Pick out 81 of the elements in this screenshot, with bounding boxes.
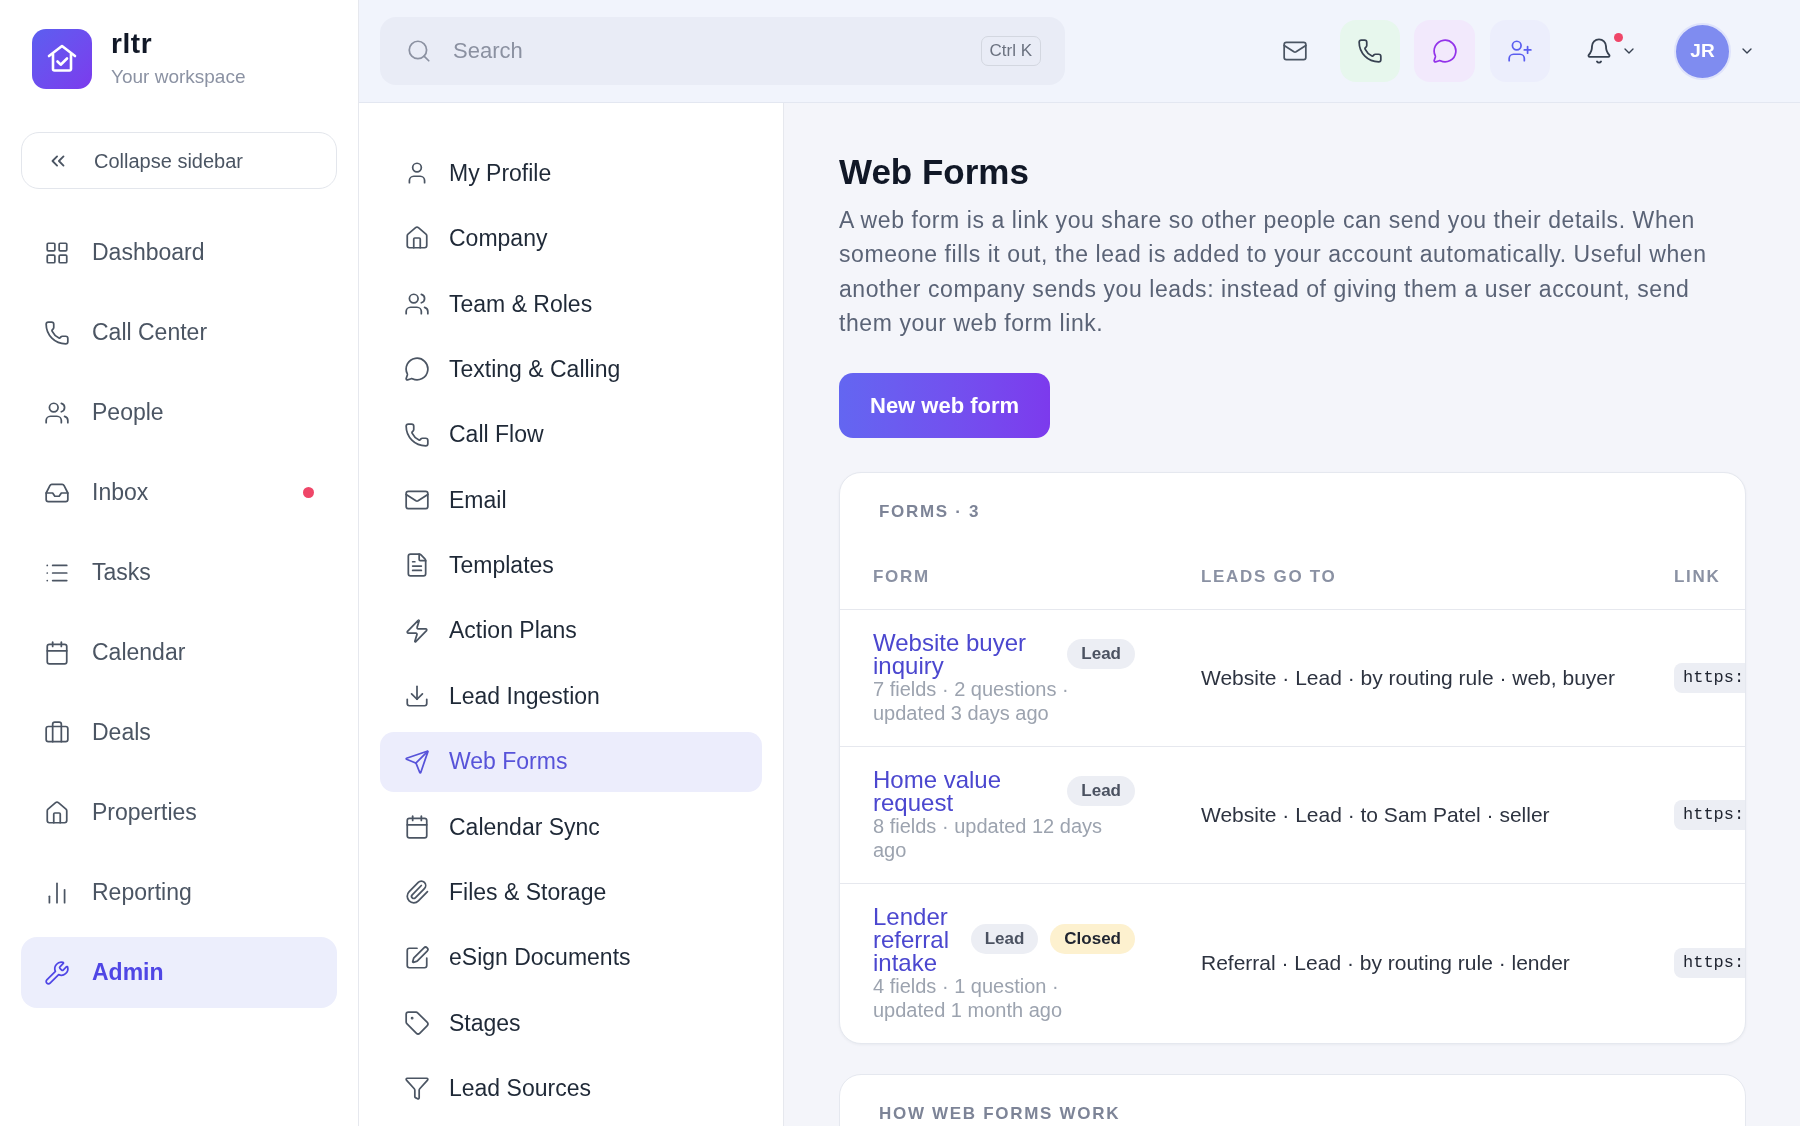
sidebar-nav-item[interactable]: People: [21, 377, 337, 448]
section-heading: HOW WEB FORMS WORK: [879, 1102, 1122, 1125]
phone-icon: [404, 421, 430, 448]
settings-menu-item[interactable]: Action Plans: [380, 600, 762, 661]
form-title-link[interactable]: Website buyer inquiry: [873, 630, 1056, 677]
house-logo-icon: [32, 29, 92, 89]
column-header: FORM: [873, 567, 930, 587]
message-button[interactable]: [1414, 20, 1475, 82]
bell-icon: [1585, 37, 1613, 65]
mail-icon: [1282, 38, 1308, 64]
settings-menu-item[interactable]: Templates: [380, 535, 762, 596]
lead-routing-text: Website · Lead · by routing rule · web, buyer: [1201, 665, 1615, 689]
settings-menu-item[interactable]: Texting & Calling: [380, 339, 762, 400]
sidebar-nav-item[interactable]: Inbox: [21, 457, 337, 528]
form-url-chip[interactable]: https:: [1674, 948, 1745, 979]
workspace-subtitle: Your workspace: [111, 65, 246, 89]
chat-bubble-icon: [404, 356, 430, 383]
paper-plane-icon: [404, 748, 430, 775]
settings-menu-item[interactable]: Files & Storage: [380, 862, 762, 923]
lead-routing-text: Website · Lead · to Sam Patel · seller: [1201, 802, 1550, 826]
sidebar-nav-item[interactable]: Tasks: [21, 537, 337, 608]
funnel-icon: [404, 1075, 430, 1102]
sidebar-nav-item[interactable]: Deals: [21, 697, 337, 768]
settings-menu-item[interactable]: Web Forms: [380, 731, 762, 792]
calendar-icon: [44, 639, 70, 666]
workspace-name: rltr: [111, 28, 154, 60]
form-tag-badge: Lead: [1067, 638, 1135, 669]
settings-menu-item[interactable]: Company: [380, 208, 762, 269]
page-description: A web form is a link you share so other people can send you their details. When someone fills it out, the lead is added to your account automatically. Useful when another company sends you leads: instead of giving them a user account, send them your web form link.: [839, 206, 1708, 339]
form-title-link[interactable]: Home value request: [873, 767, 1056, 814]
phone-icon: [44, 319, 70, 346]
settings-menu-item[interactable]: Stages: [380, 993, 762, 1054]
settings-menu-item[interactable]: Lead Sources: [380, 1058, 762, 1119]
form-title-link[interactable]: Lender referral intake: [873, 904, 959, 974]
people-icon: [404, 290, 430, 317]
add-contact-button[interactable]: [1490, 20, 1550, 82]
download-icon: [404, 683, 430, 710]
document-icon: [404, 552, 430, 579]
new-web-form-button[interactable]: New web form: [839, 372, 1051, 438]
calendar-icon: [404, 813, 430, 840]
form-tag-badge: Lead: [1067, 775, 1135, 806]
settings-menu-item[interactable]: Call Flow: [380, 404, 762, 465]
form-url-chip[interactable]: https:: [1674, 662, 1745, 693]
sidebar-nav-item[interactable]: Dashboard: [21, 217, 337, 288]
house-icon: [44, 799, 70, 826]
sidebar-nav-item[interactable]: Properties: [21, 777, 337, 848]
sidebar-nav-item[interactable]: Calendar: [21, 617, 337, 688]
chat-bubble-icon: [1431, 38, 1458, 64]
settings-menu-item[interactable]: My Profile: [380, 143, 762, 203]
briefcase-icon: [44, 719, 70, 746]
settings-menu-item[interactable]: eSign Documents: [380, 927, 762, 988]
sidebar-nav-item[interactable]: Call Center: [21, 297, 337, 368]
form-tag-badge: Lead: [970, 924, 1039, 955]
lead-routing-text: Referral · Lead · by routing rule · lender: [1201, 951, 1570, 975]
collapse-sidebar-button[interactable]: Collapse sidebar: [21, 132, 337, 189]
lightning-icon: [404, 617, 430, 644]
settings-menu-item[interactable]: Calendar Sync: [380, 796, 762, 857]
settings-menu-item[interactable]: Lead Ingestion: [380, 666, 762, 727]
shortcut-hint: Ctrl K: [980, 36, 1041, 66]
column-header: LEADS GO TO: [1201, 567, 1337, 587]
house-icon: [404, 225, 430, 252]
wrench-icon: [44, 959, 70, 986]
call-button[interactable]: [1340, 20, 1400, 82]
sidebar-nav-item[interactable]: Admin: [21, 937, 337, 1008]
form-tag-badge: Closed: [1050, 924, 1135, 955]
phone-icon: [1357, 38, 1383, 64]
pen-square-icon: [404, 944, 430, 971]
sidebar-nav-item[interactable]: Reporting: [21, 857, 337, 928]
search-icon: [406, 38, 432, 64]
page-title: Web Forms: [839, 152, 1030, 192]
grid-icon: [44, 239, 70, 266]
tag-icon: [404, 1010, 430, 1037]
form-meta-text: 4 fields · 1 question · updated 1 month ago: [873, 973, 1064, 1022]
settings-menu-item[interactable]: Team & Roles: [380, 273, 762, 334]
settings-menu-item[interactable]: Email: [380, 469, 762, 530]
user-plus-icon: [1507, 38, 1533, 64]
form-url-chip[interactable]: https:: [1674, 799, 1745, 830]
section-heading: FORMS · 3: [879, 500, 982, 523]
people-icon: [44, 399, 70, 426]
paperclip-icon: [404, 879, 430, 906]
column-header: LINK: [1674, 567, 1721, 587]
